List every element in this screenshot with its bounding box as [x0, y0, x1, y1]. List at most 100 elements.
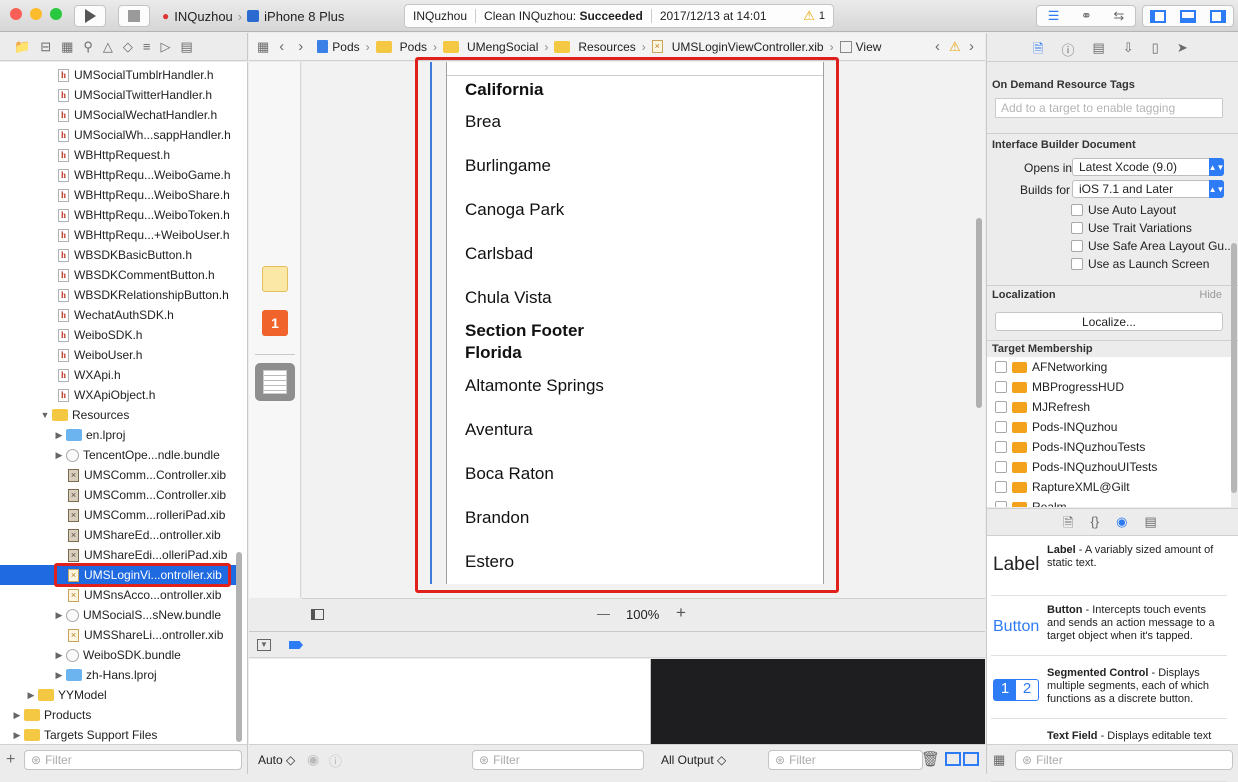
navigator-row[interactable]: ▼ Resources [0, 405, 238, 425]
disclosure-triangle-icon[interactable]: ▶ [54, 670, 64, 681]
show-variables-view-icon[interactable] [945, 752, 961, 766]
navigator-row[interactable]: × UMSComm...Controller.xib [0, 465, 238, 485]
navigator-row[interactable]: h UMSocialTwitterHandler.h [0, 85, 238, 105]
navigator-row[interactable]: h WBHttpRequ...WeiboGame.h [0, 165, 238, 185]
navigator-row[interactable]: ▶ WeiboSDK.bundle [0, 645, 238, 665]
option-checkbox[interactable] [1071, 204, 1083, 216]
localize-button[interactable]: Localize... [995, 312, 1223, 331]
target-checkbox[interactable] [995, 401, 1007, 413]
odr-tags-field[interactable]: Add to a target to enable tagging [995, 98, 1223, 118]
print-description-icon[interactable]: ⓘ [329, 751, 342, 770]
navigator-row[interactable]: × UMSComm...Controller.xib [0, 485, 238, 505]
target-membership-item[interactable]: Pods-INQuzhou [995, 417, 1117, 437]
target-checkbox[interactable] [995, 481, 1007, 493]
issue-navigator-icon[interactable]: △ [103, 39, 113, 55]
breadcrumb-pods-group[interactable]: Pods [375, 40, 427, 54]
identity-inspector-icon[interactable]: ▤ [1092, 40, 1104, 62]
next-issue-icon[interactable]: › [969, 38, 974, 55]
connections-inspector-icon[interactable]: ➤ [1177, 40, 1188, 62]
target-checkbox[interactable] [995, 361, 1007, 373]
toggle-utilities-icon[interactable] [1210, 9, 1226, 23]
option-checkbox[interactable] [1071, 258, 1083, 270]
test-navigator-icon[interactable]: ◇ [123, 39, 133, 55]
standard-editor-icon[interactable]: ☰ [1048, 8, 1060, 24]
target-checkbox[interactable] [995, 461, 1007, 473]
zoom-out-button[interactable]: — [597, 606, 610, 621]
navigator-row[interactable]: h WBHttpRequ...WeiboToken.h [0, 205, 238, 225]
show-console-icon[interactable] [963, 752, 979, 766]
breakpoint-navigator-icon[interactable]: ▷ [161, 39, 171, 55]
inspector-scrollbar[interactable] [1231, 243, 1237, 493]
navigator-row[interactable]: × UMSnsAcco...ontroller.xib [0, 585, 238, 605]
project-navigator-icon[interactable]: 📁 [14, 39, 30, 55]
navigator-row[interactable]: h WBSDKCommentButton.h [0, 265, 238, 285]
scheme-selector[interactable]: ● INQuzhou › iPhone 8 Plus [162, 5, 344, 27]
breadcrumb-view[interactable]: View [839, 40, 881, 54]
code-snippet-library-icon[interactable]: {} [1090, 514, 1099, 536]
breadcrumb-xib-file[interactable]: × UMSLoginViewController.xib [651, 40, 824, 54]
navigator-row[interactable]: ▶ Products [0, 705, 238, 725]
opens-in-popup[interactable]: Latest Xcode (9.0) ▲▼ [1072, 158, 1224, 176]
navigator-row[interactable]: h WeiboUser.h [0, 345, 238, 365]
option-checkbox[interactable] [1071, 240, 1083, 252]
disclosure-triangle-icon[interactable]: ▶ [12, 730, 22, 741]
target-membership-item[interactable]: Realm [995, 497, 1067, 507]
close-window-button[interactable] [10, 8, 22, 20]
console-output-popup[interactable]: All Output ◇ [661, 753, 726, 767]
variables-scope-popup[interactable]: Auto ◇ [258, 753, 295, 767]
builds-for-popup[interactable]: iOS 7.1 and Later ▲▼ [1072, 180, 1224, 198]
zoom-window-button[interactable] [50, 8, 62, 20]
navigator-row[interactable]: h UMSocialWh...sappHandler.h [0, 125, 238, 145]
navigator-row[interactable]: × UMSComm...rolleriPad.xib [0, 505, 238, 525]
target-membership-item[interactable]: MBProgressHUD [995, 377, 1124, 397]
quick-look-icon[interactable]: ◉ [307, 751, 319, 768]
symbol-navigator-icon[interactable]: ▦ [61, 39, 73, 55]
minimize-window-button[interactable] [30, 8, 42, 20]
disclosure-triangle-icon[interactable]: ▶ [54, 650, 64, 661]
disclosure-triangle-icon[interactable]: ▶ [26, 690, 36, 701]
console-filter-field[interactable]: ⊛ Filter [768, 750, 923, 770]
disclosure-triangle-icon[interactable]: ▼ [40, 410, 50, 420]
navigator-row[interactable]: h WBHttpRequest.h [0, 145, 238, 165]
target-checkbox[interactable] [995, 421, 1007, 433]
table-view-object-icon[interactable] [255, 363, 295, 401]
file-template-library-icon[interactable]: 🗎 [1063, 514, 1073, 536]
library-item[interactable]: Button Button - Intercepts touch events a… [987, 596, 1238, 656]
navigator-row[interactable]: h WXApiObject.h [0, 385, 238, 405]
source-control-navigator-icon[interactable]: ⊟ [40, 39, 51, 55]
navigator-row[interactable]: × UMShareEd...ontroller.xib [0, 525, 238, 545]
navigator-row[interactable]: h WBHttpRequ...+WeiboUser.h [0, 225, 238, 245]
localization-hide-button[interactable]: Hide [1199, 289, 1222, 301]
target-membership-item[interactable]: AFNetworking [995, 357, 1107, 377]
target-membership-item[interactable]: Pods-INQuzhouUITests [995, 457, 1157, 477]
navigator-row[interactable]: × UMSShareLi...ontroller.xib [0, 625, 238, 645]
breadcrumb-umengsocial[interactable]: UMengSocial [443, 40, 538, 54]
hide-debug-area-icon[interactable]: ▼ [257, 639, 271, 651]
target-membership-item[interactable]: MJRefresh [995, 397, 1090, 417]
navigator-row[interactable]: ▶ UMSocialS...sNew.bundle [0, 605, 238, 625]
media-library-icon[interactable]: ▤ [1144, 514, 1156, 536]
canvas-vertical-scrollbar[interactable] [976, 218, 982, 408]
show-document-outline-icon[interactable] [311, 609, 324, 620]
first-responder-icon[interactable]: 1 [262, 310, 288, 336]
target-checkbox[interactable] [995, 381, 1007, 393]
grid-view-icon[interactable]: ▦ [993, 752, 1005, 768]
version-editor-icon[interactable]: ⇆ [1113, 8, 1124, 24]
disclosure-triangle-icon[interactable]: ▶ [54, 450, 64, 461]
navigator-row[interactable]: ▶ en.lproj [0, 425, 238, 445]
toggle-navigator-icon[interactable] [1150, 9, 1166, 23]
add-icon[interactable]: + [6, 751, 15, 769]
disclosure-triangle-icon[interactable]: ▶ [12, 710, 22, 721]
navigator-row[interactable]: h WeiboSDK.h [0, 325, 238, 345]
navigator-row[interactable]: h WBSDKRelationshipButton.h [0, 285, 238, 305]
navigator-row[interactable]: ▶ TencentOpe...ndle.bundle [0, 445, 238, 465]
target-membership-item[interactable]: Pods-INQuzhouTests [995, 437, 1145, 457]
object-library-icon[interactable]: ◉ [1116, 514, 1127, 536]
attributes-inspector-icon[interactable]: ⇩ [1123, 40, 1134, 62]
navigator-row[interactable]: h WBSDKBasicButton.h [0, 245, 238, 265]
library-item[interactable]: 1 2 Segmented Control - Displays multiple … [987, 659, 1238, 719]
navigator-row[interactable]: h UMSocialWechatHandler.h [0, 105, 238, 125]
quick-help-icon[interactable]: ⓘ [1061, 40, 1074, 62]
navigator-row[interactable]: h WXApi.h [0, 365, 238, 385]
disclosure-triangle-icon[interactable]: ▶ [54, 610, 64, 621]
